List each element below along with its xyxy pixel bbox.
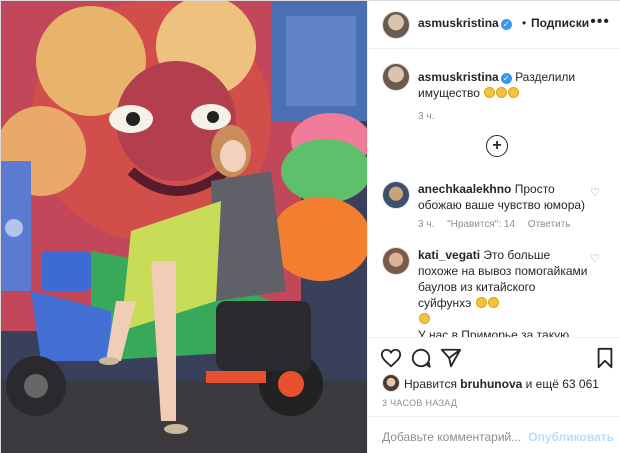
bookmark-icon[interactable]	[594, 347, 616, 369]
comment-meta: 3 ч. "Нравится": 14 Ответить	[418, 219, 581, 230]
post-header: asmuskristina ✓ • Подписки •••	[368, 1, 620, 49]
comment-text: kati_vegati Это больше похоже на вывоз п…	[418, 248, 588, 337]
caption-time: 3 ч.	[418, 111, 435, 122]
caption-username[interactable]: asmuskristina	[418, 70, 499, 84]
emoji-laugh-icon	[508, 87, 520, 98]
post-modal: asmuskristina ✓ • Подписки ••• asmuskrist…	[0, 0, 620, 453]
following-button[interactable]: Подписки	[531, 16, 589, 30]
emoji-laugh-icon	[419, 313, 430, 324]
comment-username[interactable]: anechkaalekhno	[418, 182, 511, 196]
author-username-text[interactable]: asmuskristina	[418, 16, 499, 30]
likes-summary: Нравится bruhunova и ещё 63 061	[382, 374, 599, 392]
publish-button[interactable]: Опубликовать	[528, 430, 614, 444]
comments-list[interactable]: asmuskristina ✓ Разделили имущество 3 ч. …	[368, 49, 620, 337]
share-icon[interactable]	[440, 347, 462, 369]
heart-icon[interactable]	[380, 347, 402, 369]
verified-icon: ✓	[500, 73, 512, 84]
photo-illustration	[1, 1, 367, 453]
more-icon[interactable]: •••	[590, 13, 610, 31]
comment-username[interactable]: kati_vegati	[418, 248, 480, 262]
verified-icon: ✓	[500, 19, 512, 30]
carousel-prev-button[interactable]	[5, 219, 23, 237]
post-photo[interactable]	[1, 1, 367, 453]
comment-text: anechkaalekhno Просто обожаю ваше чувств…	[418, 182, 586, 212]
emoji-laugh-icon	[475, 297, 487, 308]
caption-avatar[interactable]	[382, 63, 410, 91]
comment-input[interactable]: Добавьте комментарий...	[382, 430, 521, 444]
emoji-laugh-icon	[484, 87, 496, 98]
header-separator: •	[522, 16, 527, 30]
heart-icon[interactable]: ♡	[590, 187, 602, 199]
author-username[interactable]: asmuskristina ✓	[418, 16, 512, 30]
add-comment-bar: Добавьте комментарий... Опубликовать	[368, 416, 620, 453]
heart-icon[interactable]: ♡	[590, 253, 602, 265]
likes-count[interactable]: и ещё 63 061	[526, 377, 599, 391]
comment-time: 3 ч.	[418, 219, 435, 230]
reply-button[interactable]: Ответить	[528, 219, 571, 230]
liker-avatar[interactable]	[382, 374, 400, 392]
emoji-laugh-icon	[487, 297, 499, 308]
comment-icon[interactable]	[410, 347, 432, 369]
author-avatar[interactable]	[382, 11, 410, 39]
comment-avatar[interactable]	[382, 247, 410, 275]
comment-avatar[interactable]	[382, 181, 410, 209]
emoji-laugh-icon	[496, 87, 508, 98]
load-more-icon[interactable]: +	[486, 135, 508, 157]
comment-likes[interactable]: "Нравится": 14	[447, 219, 515, 230]
action-bar	[368, 337, 620, 377]
caption-text: asmuskristina ✓ Разделили имущество	[418, 69, 590, 101]
post-sidebar: asmuskristina ✓ • Подписки ••• asmuskrist…	[367, 1, 620, 453]
liker-username[interactable]: bruhunova	[460, 377, 522, 391]
post-timestamp: 3 ЧАСОВ НАЗАД	[382, 398, 458, 408]
